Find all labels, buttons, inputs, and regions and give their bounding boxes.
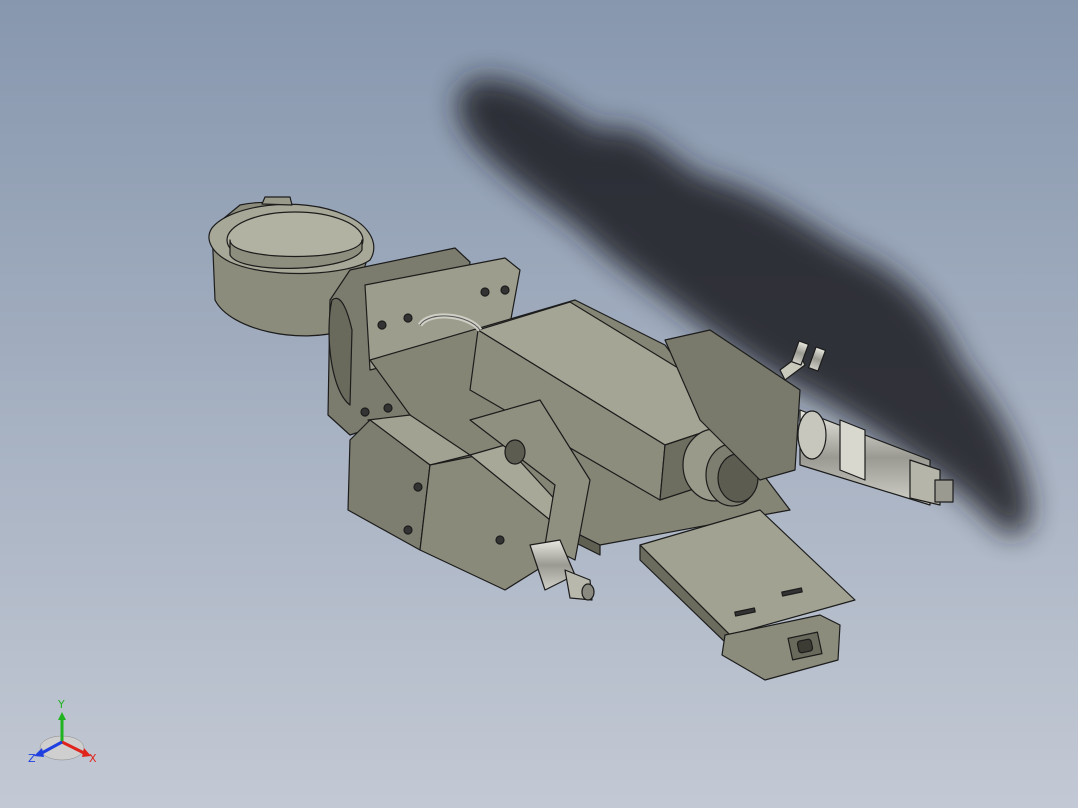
triad-y-label: Y <box>57 698 65 711</box>
triad-z-label: Z <box>28 752 36 765</box>
cad-viewport[interactable]: Y X Z <box>0 0 1078 808</box>
triad-x-label: X <box>89 752 97 765</box>
